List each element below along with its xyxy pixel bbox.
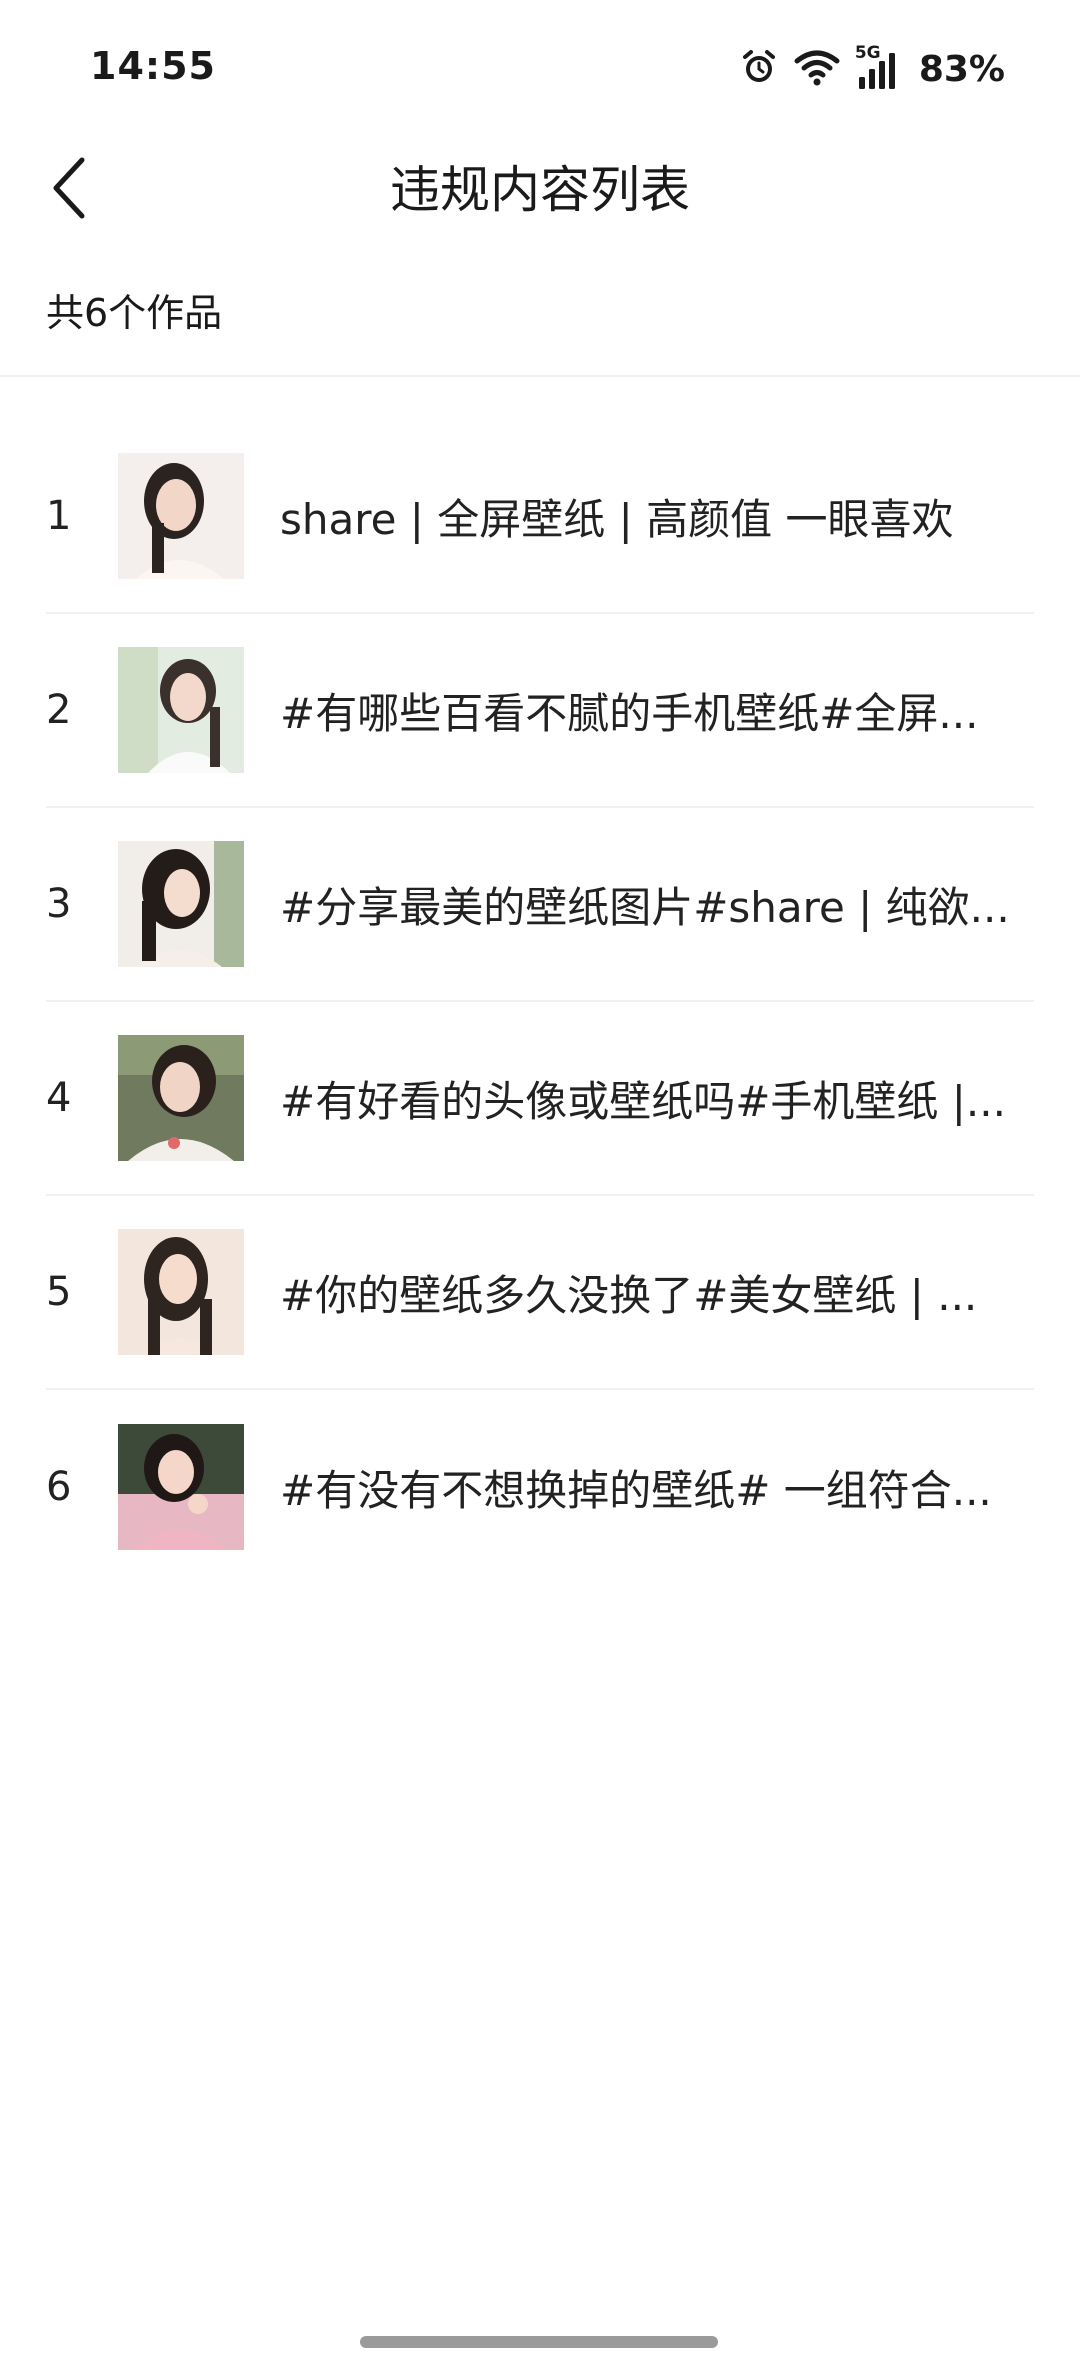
works-count-label: 共6个作品: [46, 291, 223, 335]
page-title: 违规内容列表: [390, 161, 690, 219]
list-item[interactable]: 1 share | 全屏壁纸 | 高颜值 一眼喜欢: [46, 420, 1034, 614]
status-icons: 5G 83%: [739, 43, 1005, 94]
item-thumbnail: [118, 1229, 244, 1355]
list-item[interactable]: 2 #有哪些百看不腻的手机壁纸#全屏...: [46, 614, 1034, 808]
signal-icon: 5G: [855, 43, 905, 91]
item-title: #有好看的头像或壁纸吗#手机壁纸 |...: [280, 1076, 1006, 1126]
item-title: #你的壁纸多久没换了#美女壁纸 | ...: [280, 1270, 978, 1320]
item-title: share | 全屏壁纸 | 高颜值 一眼喜欢: [280, 494, 954, 544]
item-thumbnail: [118, 841, 244, 967]
list-item[interactable]: 6 #有没有不想换掉的壁纸# 一组符合...: [46, 1390, 1034, 1584]
item-title: #有哪些百看不腻的手机壁纸#全屏...: [280, 688, 979, 738]
violation-list: 1 share | 全屏壁纸 | 高颜值 一眼喜欢 2 #有哪些百看不腻的手机壁…: [46, 420, 1034, 1584]
item-index: 2: [46, 687, 72, 733]
home-indicator[interactable]: [360, 2336, 718, 2348]
item-index: 3: [46, 881, 72, 927]
item-index: 6: [46, 1464, 72, 1510]
list-item[interactable]: 4 #有好看的头像或壁纸吗#手机壁纸 |...: [46, 1002, 1034, 1196]
page-header: 违规内容列表: [0, 140, 1080, 240]
item-thumbnail: [118, 647, 244, 773]
battery-level: 83%: [918, 48, 1005, 90]
item-index: 1: [46, 493, 72, 539]
wifi-icon: [793, 47, 841, 91]
item-index: 5: [46, 1269, 72, 1315]
item-title: #有没有不想换掉的壁纸# 一组符合...: [280, 1465, 992, 1515]
item-index: 4: [46, 1075, 72, 1121]
list-item[interactable]: 5 #你的壁纸多久没换了#美女壁纸 | ...: [46, 1196, 1034, 1390]
status-time: 14:55: [90, 44, 216, 88]
status-bar: 14:55 5G 83%: [0, 0, 1080, 140]
item-thumbnail: [118, 1424, 244, 1550]
item-title: #分享最美的壁纸图片#share | 纯欲...: [280, 882, 1010, 932]
item-thumbnail: [118, 453, 244, 579]
divider: [0, 375, 1080, 377]
list-item[interactable]: 3 #分享最美的壁纸图片#share | 纯欲...: [46, 808, 1034, 1002]
alarm-icon: [739, 47, 779, 91]
item-thumbnail: [118, 1035, 244, 1161]
